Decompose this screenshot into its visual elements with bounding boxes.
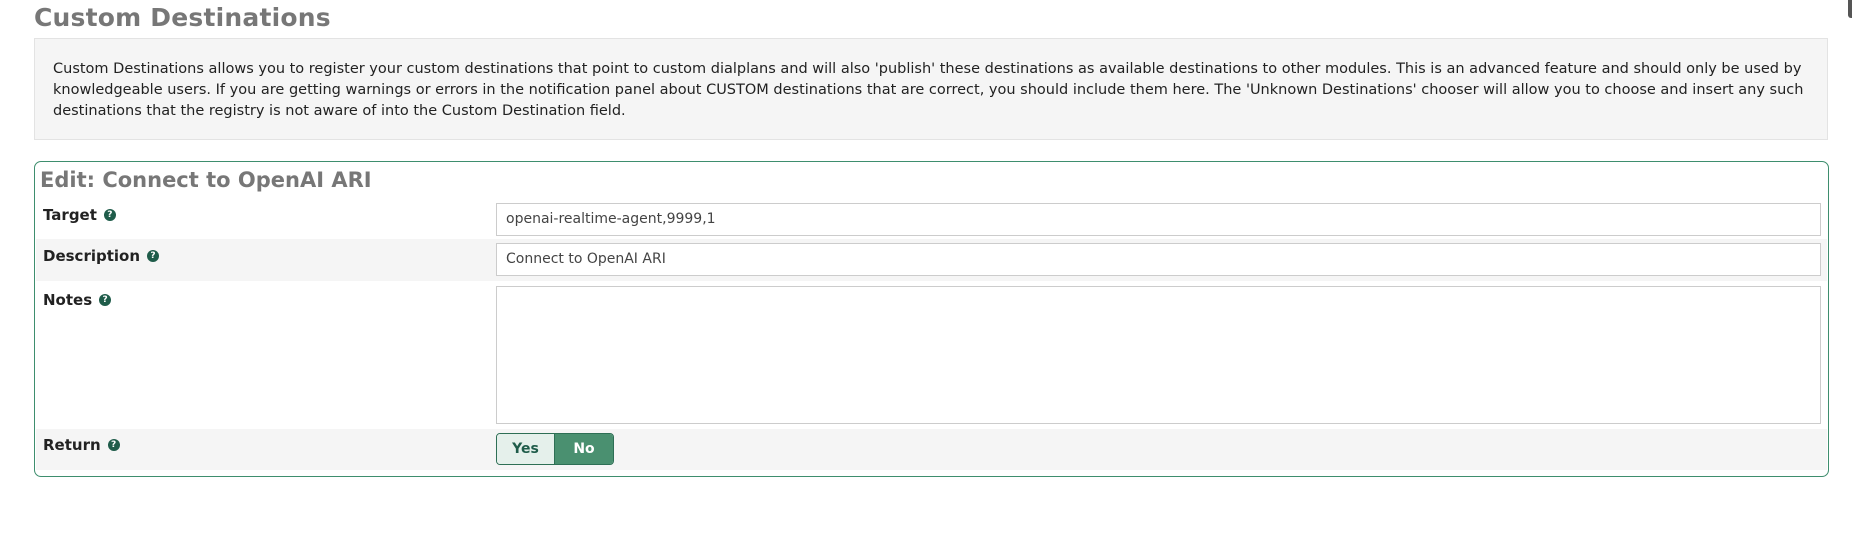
target-label: Target	[43, 206, 97, 224]
return-no-button[interactable]: No	[555, 434, 613, 464]
notes-textarea[interactable]	[496, 286, 1821, 424]
return-label: Return	[43, 436, 101, 454]
window-corner-marker	[1848, 0, 1852, 18]
description-label-group: Description ?	[43, 247, 160, 265]
custom-destinations-page: Custom Destinations Custom Destinations …	[0, 0, 1852, 533]
return-row: Return ? Yes No	[36, 429, 1827, 470]
description-input[interactable]: Connect to OpenAI ARI	[496, 243, 1821, 276]
edit-panel-title: Edit: Connect to OpenAI ARI	[40, 168, 372, 192]
return-label-group: Return ?	[43, 436, 120, 454]
target-label-group: Target ?	[43, 206, 116, 224]
notes-help-icon[interactable]: ?	[99, 294, 112, 306]
return-yes-button[interactable]: Yes	[497, 434, 555, 464]
target-help-icon[interactable]: ?	[103, 209, 116, 221]
target-row: Target ? openai-realtime-agent,9999,1	[36, 201, 1827, 237]
notes-label: Notes	[43, 291, 93, 309]
return-toggle: Yes No	[496, 433, 614, 465]
target-input[interactable]: openai-realtime-agent,9999,1	[496, 203, 1821, 236]
description-label: Description	[43, 247, 141, 265]
description-row: Description ? Connect to OpenAI ARI	[36, 239, 1827, 281]
edit-destination-panel: Edit: Connect to OpenAI ARI Target ? ope…	[34, 161, 1829, 477]
return-help-icon[interactable]: ?	[107, 439, 120, 451]
info-description-text: Custom Destinations allows you to regist…	[53, 61, 1804, 119]
description-help-icon[interactable]: ?	[147, 250, 160, 262]
notes-label-group: Notes ?	[43, 291, 112, 309]
page-title: Custom Destinations	[34, 3, 331, 32]
info-description-box: Custom Destinations allows you to regist…	[34, 38, 1828, 140]
notes-row: Notes ?	[36, 283, 1827, 427]
